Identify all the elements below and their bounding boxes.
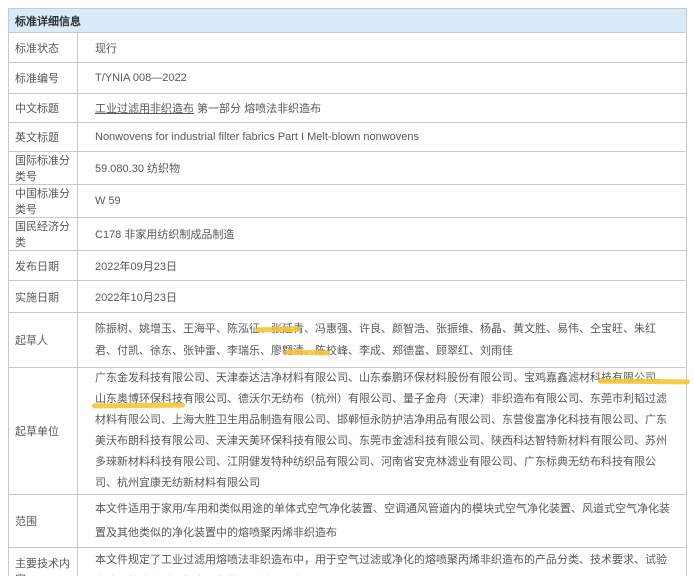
- row-value: Nonwovens for industrial filter fabrics …: [78, 123, 687, 152]
- row-value: 广东金发科技有限公司、天津泰达洁净材料有限公司、山东泰鹏环保材料股份有限公司、宝…: [78, 368, 687, 495]
- row-value: 工业过滤用非织造布 第一部分 熔喷法非织造布: [78, 94, 687, 123]
- row-label: 英文标题: [9, 123, 78, 152]
- standard-detail-page: 标准详细信息 标准状态 现行 标准编号 T/YNIA 008—2022 中文标题…: [0, 0, 694, 576]
- row-label: 起草单位: [9, 368, 78, 495]
- standard-title-link[interactable]: 工业过滤用非织造布: [95, 103, 194, 115]
- table-row-drafters: 起草人 陈振树、姚增玉、王海平、陈泓征、张延青、冯惠强、许良、颜智浩、张振维、杨…: [9, 313, 687, 368]
- row-label: 国际标准分类号: [9, 152, 78, 185]
- table-row-ccs: 中国标准分类号 W 59: [9, 185, 687, 218]
- row-label: 标准状态: [9, 33, 78, 63]
- row-label: 发布日期: [9, 251, 78, 281]
- row-label: 主要技术内容: [9, 548, 78, 576]
- table-row-status: 标准状态 现行: [9, 33, 687, 63]
- row-label: 中文标题: [9, 94, 78, 123]
- row-label: 范围: [9, 495, 78, 548]
- row-value: 2022年10月23日: [78, 281, 687, 313]
- row-label: 实施日期: [9, 281, 78, 313]
- table-row-publish-date: 发布日期 2022年09月23日: [9, 251, 687, 281]
- row-label: 国民经济分类: [9, 218, 78, 251]
- row-label: 标准编号: [9, 63, 78, 94]
- row-value: 本文件适用于家用/车用和类似用途的单体式空气净化装置、空调通风管道内的模块式空气…: [78, 495, 687, 548]
- row-value: C178 非家用纺织制成品制造: [78, 218, 687, 251]
- table-title: 标准详细信息: [9, 9, 687, 33]
- row-value: 2022年09月23日: [78, 251, 687, 281]
- table-row-english-title: 英文标题 Nonwovens for industrial filter fab…: [9, 123, 687, 152]
- row-label: 中国标准分类号: [9, 185, 78, 218]
- row-value: 59.080.30 纺织物: [78, 152, 687, 185]
- table-row-drafting-organizations: 起草单位 广东金发科技有限公司、天津泰达洁净材料有限公司、山东泰鹏环保材料股份有…: [9, 368, 687, 495]
- row-value: 陈振树、姚增玉、王海平、陈泓征、张延青、冯惠强、许良、颜智浩、张振维、杨晶、黄文…: [78, 313, 687, 368]
- table-row-standard-no: 标准编号 T/YNIA 008—2022: [9, 63, 687, 94]
- row-value: 现行: [78, 33, 687, 63]
- table-row-ics: 国际标准分类号 59.080.30 纺织物: [9, 152, 687, 185]
- standard-detail-table: 标准详细信息 标准状态 现行 标准编号 T/YNIA 008—2022 中文标题…: [8, 8, 687, 576]
- row-value: T/YNIA 008—2022: [78, 63, 687, 94]
- row-value: W 59: [78, 185, 687, 218]
- table-row-chinese-title: 中文标题 工业过滤用非织造布 第一部分 熔喷法非织造布: [9, 94, 687, 123]
- row-value: 本文件规定了工业过滤用熔喷法非织造布中，用于空气过滤或净化的熔喷聚丙烯非织造布的…: [78, 548, 687, 576]
- standard-title-rest: 第一部分 熔喷法非织造布: [194, 103, 321, 115]
- table-row-implement-date: 实施日期 2022年10月23日: [9, 281, 687, 313]
- table-header-row: 标准详细信息: [9, 9, 687, 33]
- row-label: 起草人: [9, 313, 78, 368]
- table-row-economy-class: 国民经济分类 C178 非家用纺织制成品制造: [9, 218, 687, 251]
- table-row-main-technical-content: 主要技术内容 本文件规定了工业过滤用熔喷法非织造布中，用于空气过滤或净化的熔喷聚…: [9, 548, 687, 576]
- table-row-scope: 范围 本文件适用于家用/车用和类似用途的单体式空气净化装置、空调通风管道内的模块…: [9, 495, 687, 548]
